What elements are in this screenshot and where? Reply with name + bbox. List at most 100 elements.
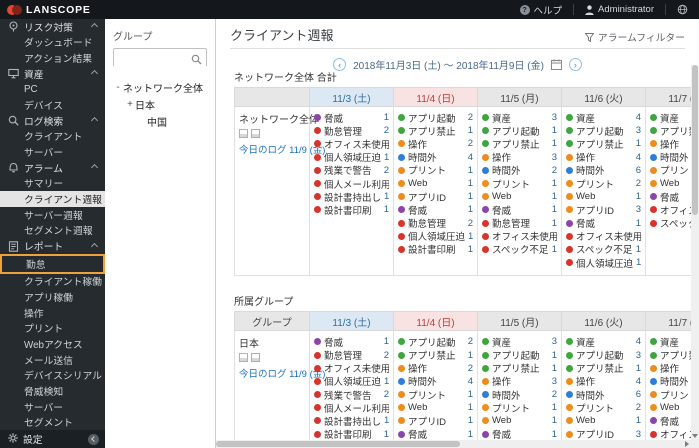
sidebar-item[interactable]: 脅威検知 [0,383,105,399]
alarm-item[interactable]: アプリ起動 3 [566,348,641,362]
alarm-item[interactable]: アプリ禁止 1 [482,137,557,151]
calendar-icon[interactable] [239,129,248,138]
alarm-item[interactable]: 設計書印刷 1 [314,428,389,440]
sidebar-section-0[interactable]: リスク対策 [0,19,105,35]
alarm-item[interactable]: 脅威 1 [566,217,641,230]
alarm-item[interactable]: オフィス未使用2 [482,230,557,243]
alarm-item[interactable]: 操作 3 [482,375,557,388]
sidebar-item[interactable]: クライアント [0,129,105,145]
alarm-item[interactable]: 資産 [650,111,691,124]
alarm-item[interactable]: アプリ起動 1 [482,124,557,137]
alarm-item[interactable]: プリント 2 [566,177,641,190]
alarm-item[interactable]: アプリ起動 2 [398,335,473,348]
alarm-item[interactable]: アプリ禁止 [650,124,691,137]
alarm-item[interactable]: オフィス未使用2 [566,230,641,243]
alarm-item[interactable]: 資産 4 [566,111,641,124]
alarm-item[interactable]: 勤怠管理 2 [314,348,389,362]
alarm-item[interactable]: プリント 1 [398,388,473,401]
vertical-scrollbar[interactable] [691,65,699,440]
group-tree-node[interactable]: - ネットワーク全体 [113,79,207,96]
report-icon[interactable] [251,353,260,363]
alarm-item[interactable]: 操作 4 [566,151,641,164]
alarm-item[interactable]: 操作 4 [566,375,641,388]
alarm-item[interactable]: アプリ禁止 1 [566,137,641,151]
alarm-item[interactable]: 時間外 6 [566,164,641,177]
alarm-item[interactable]: 勤怠管理 2 [314,124,389,137]
alarm-item[interactable]: 勤怠管理 2 [398,217,473,230]
alarm-item[interactable]: 勤怠管理 1 [482,217,557,230]
alarm-item[interactable]: 脅威 1 [482,203,557,217]
help-button[interactable]: ? ヘルプ [509,0,574,19]
alarm-item[interactable]: 操作 [650,362,691,375]
alarm-item[interactable]: オフィス未使用 [650,203,691,217]
alarm-item[interactable]: 資産 3 [482,111,557,124]
sidebar-item[interactable]: 勤怠 [0,253,105,274]
alarm-item[interactable]: 脅威 [650,190,691,203]
sidebar-item[interactable]: サーバー [0,144,105,160]
horizontal-scrollbar-thumb[interactable] [216,441,460,447]
vertical-scrollbar-thumb[interactable] [692,65,698,215]
sidebar-item[interactable]: セグメント [0,414,105,430]
user-menu-button[interactable]: Administrator [574,0,665,19]
sidebar-item[interactable]: サマリー [0,176,105,192]
alarm-item[interactable]: 資産 3 [482,335,557,348]
alarm-item[interactable]: アプリ禁止 1 [482,362,557,375]
alarm-item[interactable]: プリント [650,164,691,177]
alarm-item[interactable]: アプリ起動 2 [398,111,473,124]
alarm-item[interactable]: アプリID 3 [566,428,641,440]
alarm-item[interactable]: 脅威 1 [314,111,389,124]
sidebar-item[interactable]: 操作 [0,305,105,321]
horizontal-scrollbar[interactable] [216,440,691,448]
today-log-link[interactable]: 今日のログ 11/9 (金) [239,366,325,380]
alarm-item[interactable]: 操作 3 [482,151,557,164]
sidebar-item[interactable]: アプリ稼働 [0,289,105,305]
alarm-item[interactable]: 時間外 6 [566,388,641,401]
alarm-filter-button[interactable]: アラームフィルター [584,30,685,44]
alarm-item[interactable]: 脅威 1 [398,428,473,440]
sidebar-item[interactable]: サーバー週報 [0,207,105,223]
alarm-item[interactable]: 残業で警告 2 [314,164,389,177]
sidebar-section-2[interactable]: ログ検索 [0,113,105,129]
alarm-item[interactable]: アプリID 3 [566,203,641,217]
sidebar-item[interactable]: メール送信 [0,352,105,368]
alarm-item[interactable]: 時間外 2 [482,388,557,401]
alarm-item[interactable]: 時間外 4 [398,151,473,164]
alarm-item[interactable]: 脅威 1 [482,428,557,440]
sidebar-section-3[interactable]: アラーム [0,160,105,176]
alarm-item[interactable]: 時間外 2 [482,164,557,177]
alarm-item[interactable]: 設計書持出し 1 [314,190,389,203]
alarm-item[interactable]: 脅威 [650,414,691,428]
alarm-item[interactable]: 残業で警告 2 [314,388,389,401]
today-log-link[interactable]: 今日のログ 11/9 (金) [239,142,325,156]
alarm-item[interactable]: アプリ禁止 1 [398,348,473,362]
sidebar-item[interactable]: クライアント稼働 [0,274,105,290]
sidebar-item[interactable]: セグメント週報 [0,223,105,239]
alarm-item[interactable]: プリント [650,388,691,401]
alarm-item[interactable]: プリント 2 [566,401,641,414]
tree-toggle-icon[interactable]: + [125,99,135,110]
language-button[interactable] [666,0,699,19]
sidebar-section-1[interactable]: 資産 [0,66,105,82]
sidebar-item[interactable]: ダッシュボード [0,35,105,51]
alarm-item[interactable]: プリント 1 [482,177,557,190]
alarm-item[interactable]: スペック不足 [650,217,691,230]
alarm-item[interactable]: アプリ起動 1 [482,348,557,362]
alarm-item[interactable]: アプリ禁止 [650,348,691,362]
alarm-item[interactable]: 設計書印刷 1 [398,243,473,256]
alarm-item[interactable]: アプリID 1 [398,414,473,428]
alarm-item[interactable]: 時間外 [650,151,691,164]
alarm-item[interactable]: スペック不足 1 [482,243,557,256]
alarm-item[interactable]: 設計書持出し 1 [314,414,389,428]
group-tree-node[interactable]: + 日本 [113,96,207,113]
alarm-item[interactable]: オフィス未使用1 [314,137,389,151]
alarm-item[interactable]: 個人メール利用1 [314,401,389,414]
alarm-item[interactable]: アプリID 1 [398,190,473,203]
group-tree-node[interactable]: 中国 [113,113,207,130]
alarm-item[interactable]: プリント 1 [398,164,473,177]
sidebar-item[interactable]: プリント [0,320,105,336]
alarm-item[interactable]: 個人領域圧迫 1 [398,230,473,243]
sidebar-item[interactable]: PC [0,82,105,98]
alarm-item[interactable]: Web [650,401,691,414]
sidebar-item[interactable]: サーバー [0,399,105,415]
alarm-item[interactable]: 設計書印刷 1 [314,203,389,217]
